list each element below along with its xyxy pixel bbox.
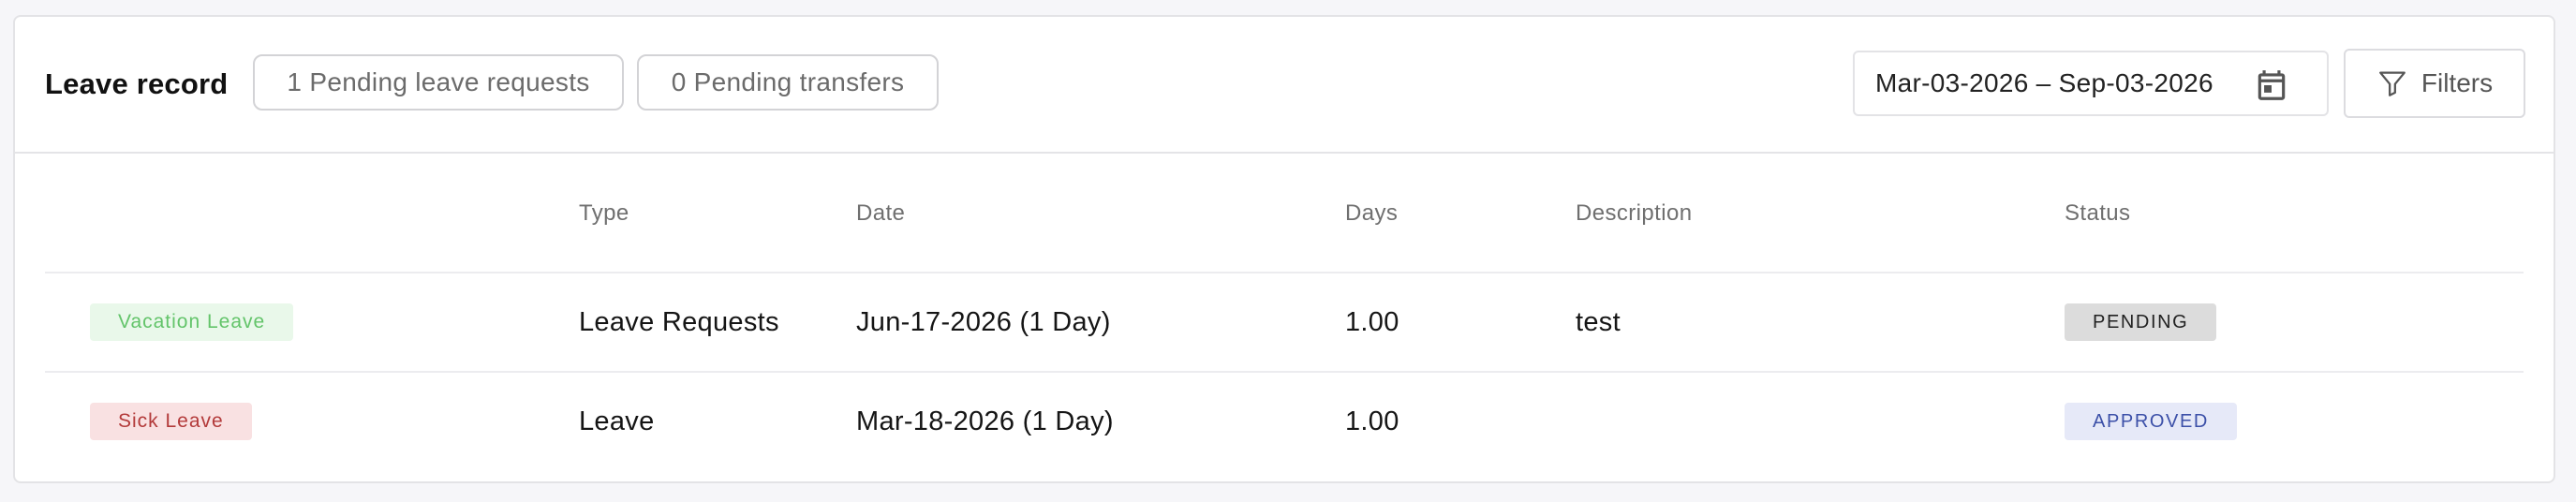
table-row[interactable]: Vacation Leave Leave Requests Jun-17-202… — [45, 272, 2524, 371]
status-badge: PENDING — [2065, 303, 2217, 341]
leave-record-card: Leave record 1 Pending leave requests 0 … — [13, 15, 2555, 483]
description-cell: test — [1576, 306, 1621, 337]
column-header-status[interactable]: Status — [2065, 200, 2130, 227]
leave-type-cell: Vacation Leave — [90, 273, 294, 371]
page-title: Leave record — [45, 67, 229, 100]
column-header-description[interactable]: Description — [1576, 200, 1692, 227]
type-cell: Leave — [579, 406, 655, 436]
card-header: Leave record 1 Pending leave requests 0 … — [15, 17, 2554, 154]
days-cell: 1.00 — [1345, 306, 1399, 337]
days-cell: 1.00 — [1345, 406, 1399, 436]
date-cell: Jun-17-2026 (1 Day) — [856, 306, 1111, 337]
pending-transfers-button[interactable]: 0 Pending transfers — [637, 54, 939, 111]
column-header-days[interactable]: Days — [1345, 200, 1398, 227]
leave-type-cell: Sick Leave — [90, 373, 252, 470]
column-header-type[interactable]: Type — [579, 200, 629, 227]
vacation-leave-tag: Vacation Leave — [90, 303, 294, 341]
calendar-icon[interactable] — [2254, 67, 2289, 103]
column-header-date[interactable]: Date — [856, 200, 905, 227]
status-badge: APPROVED — [2065, 403, 2237, 440]
status-cell: APPROVED — [2065, 373, 2237, 470]
date-range-value: Mar-03-2026 – Sep-03-2026 — [1875, 68, 2213, 97]
filter-funnel-icon — [2378, 71, 2406, 96]
filters-button[interactable]: Filters — [2344, 49, 2525, 118]
date-cell: Mar-18-2026 (1 Day) — [856, 406, 1114, 436]
sick-leave-tag: Sick Leave — [90, 403, 252, 440]
leave-table: Type Date Days Description Status Vacati… — [15, 152, 2554, 481]
filters-label: Filters — [2421, 68, 2494, 97]
table-row[interactable]: Sick Leave Leave Mar-18-2026 (1 Day) 1.0… — [45, 371, 2524, 470]
status-cell: PENDING — [2065, 273, 2217, 371]
type-cell: Leave Requests — [579, 306, 779, 337]
date-range-picker[interactable]: Mar-03-2026 – Sep-03-2026 — [1853, 51, 2329, 116]
pending-leave-requests-button[interactable]: 1 Pending leave requests — [253, 54, 624, 111]
